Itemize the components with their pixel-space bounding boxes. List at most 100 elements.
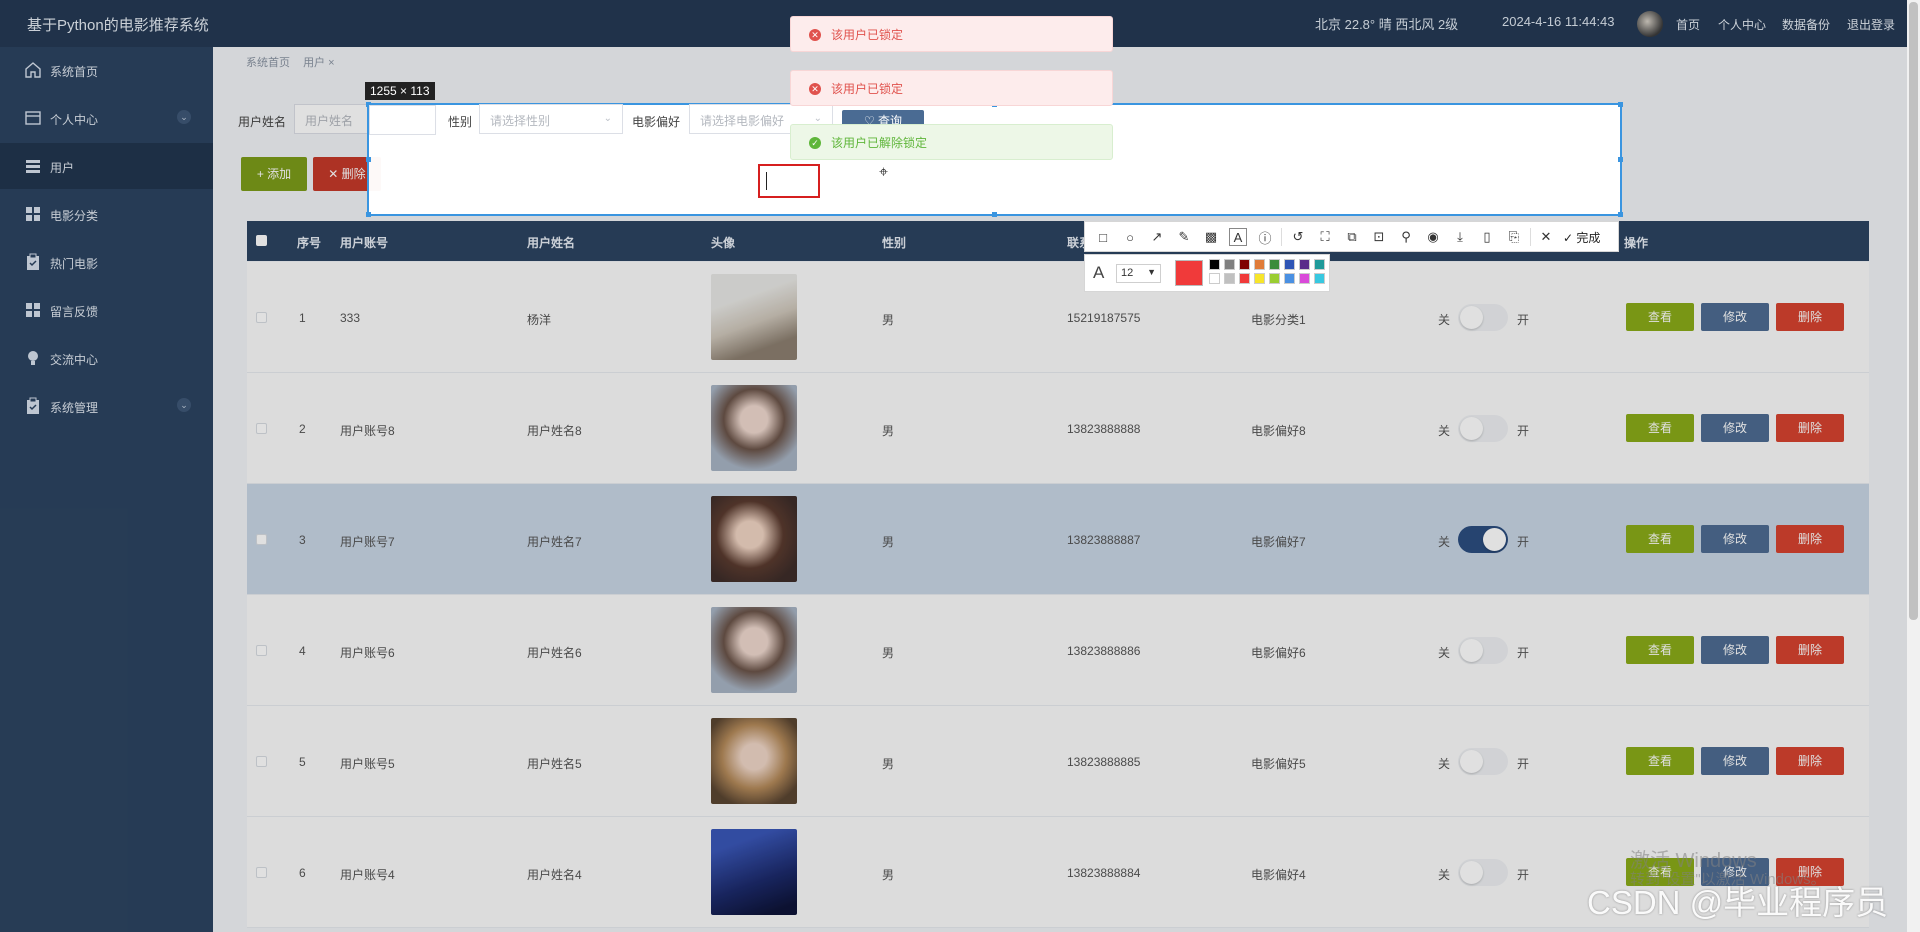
color-swatch[interactable] <box>1224 259 1235 270</box>
chevron-down-icon[interactable]: ⌄ <box>177 110 191 124</box>
view-button[interactable]: 查看 <box>1626 636 1694 664</box>
color-swatch[interactable] <box>1209 259 1220 270</box>
table-row[interactable]: 3 用户账号7 用户姓名7 男 13823888887 电影偏好7 关 开 查看… <box>247 484 1869 595</box>
row-checkbox[interactable] <box>256 312 267 323</box>
edit-button[interactable]: 修改 <box>1701 414 1769 442</box>
table-row[interactable]: 2 用户账号8 用户姓名8 男 13823888888 电影偏好8 关 开 查看… <box>247 373 1869 484</box>
table-row[interactable]: 5 用户账号5 用户姓名5 男 13823888885 电影偏好5 关 开 查看… <box>247 706 1869 817</box>
breadcrumb-home[interactable]: 系统首页 <box>246 57 290 69</box>
nav-profile[interactable]: 个人中心 <box>1718 16 1766 33</box>
color-swatch[interactable] <box>1284 259 1295 270</box>
edit-button[interactable]: 修改 <box>1701 303 1769 331</box>
sidebar-item-users[interactable]: 用户 <box>0 143 213 189</box>
resize-handle[interactable] <box>992 212 997 217</box>
ellipse-tool-icon[interactable]: ○ <box>1121 228 1139 246</box>
breadcrumb-current[interactable]: 用户 × <box>303 57 334 69</box>
number-tool-icon[interactable]: ⓘ <box>1256 228 1274 246</box>
nav-backup[interactable]: 数据备份 <box>1782 16 1830 33</box>
close-icon[interactable]: ✕ <box>1537 228 1555 246</box>
remove-button[interactable]: 删除 <box>1776 747 1844 775</box>
filter-gender-select[interactable]: 请选择性别 ⌄ <box>479 104 623 134</box>
color-swatch[interactable] <box>1269 259 1280 270</box>
avatar-photo[interactable] <box>711 718 797 804</box>
sidebar-item-feedback[interactable]: 留言反馈 <box>0 287 213 333</box>
lock-toggle[interactable] <box>1458 637 1508 664</box>
lock-toggle[interactable] <box>1458 415 1508 442</box>
sidebar-item-profile[interactable]: 个人中心 ⌄ <box>0 95 213 141</box>
resize-handle[interactable] <box>366 157 371 162</box>
color-swatch[interactable] <box>1299 259 1310 270</box>
lock-toggle[interactable] <box>1458 859 1508 886</box>
avatar-photo[interactable] <box>711 496 797 582</box>
view-button[interactable]: 查看 <box>1626 525 1694 553</box>
resize-handle[interactable] <box>1618 212 1623 217</box>
resize-handle[interactable] <box>1618 157 1623 162</box>
sidebar-item-movie-category[interactable]: 电影分类 <box>0 191 213 237</box>
ocr-icon[interactable]: ⛶ <box>1316 228 1334 246</box>
avatar-photo[interactable] <box>711 274 797 360</box>
lock-toggle[interactable] <box>1458 304 1508 331</box>
bookmark-icon[interactable]: ⎘ <box>1505 228 1523 246</box>
undo-icon[interactable]: ↺ <box>1289 228 1307 246</box>
add-button[interactable]: + 添加 <box>241 157 307 191</box>
sidebar-item-system[interactable]: 系统管理 ⌄ <box>0 383 213 429</box>
row-checkbox[interactable] <box>256 867 267 878</box>
user-avatar[interactable] <box>1637 11 1663 37</box>
view-button[interactable]: 查看 <box>1626 747 1694 775</box>
view-button[interactable]: 查看 <box>1626 414 1694 442</box>
color-swatch[interactable] <box>1269 273 1280 284</box>
mosaic-tool-icon[interactable]: ▩ <box>1202 228 1220 246</box>
color-swatch[interactable] <box>1284 273 1295 284</box>
color-swatch[interactable] <box>1239 273 1250 284</box>
sidebar-item-forum[interactable]: 交流中心 <box>0 335 213 381</box>
font-size-select[interactable]: 12 ▼ <box>1116 264 1161 283</box>
avatar-photo[interactable] <box>711 385 797 471</box>
resize-handle[interactable] <box>1618 102 1623 107</box>
remove-button[interactable]: 删除 <box>1776 414 1844 442</box>
color-swatch[interactable] <box>1239 259 1250 270</box>
rectangle-tool-icon[interactable]: □ <box>1094 228 1112 246</box>
text-tool-icon[interactable]: A <box>1229 228 1247 246</box>
row-checkbox[interactable] <box>256 645 267 656</box>
color-swatch[interactable] <box>1314 273 1325 284</box>
color-swatch[interactable] <box>1254 259 1265 270</box>
lock-toggle[interactable] <box>1458 748 1508 775</box>
resize-handle[interactable] <box>366 212 371 217</box>
avatar-photo[interactable] <box>711 607 797 693</box>
row-checkbox[interactable] <box>256 756 267 767</box>
color-swatch[interactable] <box>1224 273 1235 284</box>
remove-button[interactable]: 删除 <box>1776 525 1844 553</box>
avatar-photo[interactable] <box>711 829 797 915</box>
edit-button[interactable]: 修改 <box>1701 747 1769 775</box>
color-swatch[interactable] <box>1314 259 1325 270</box>
translate-icon[interactable]: ⧉ <box>1343 228 1361 246</box>
lock-toggle[interactable] <box>1458 526 1508 553</box>
current-color-swatch[interactable] <box>1175 260 1203 286</box>
scrollbar[interactable] <box>1907 0 1920 932</box>
chevron-down-icon[interactable]: ⌄ <box>177 398 191 412</box>
nav-home[interactable]: 首页 <box>1676 16 1700 33</box>
table-row[interactable]: 1 333 杨洋 男 15219187575 电影分类1 关 开 查看 修改 删… <box>247 262 1869 373</box>
color-swatch[interactable] <box>1299 273 1310 284</box>
color-swatch[interactable] <box>1254 273 1265 284</box>
color-swatch[interactable] <box>1209 273 1220 284</box>
row-checkbox[interactable] <box>256 423 267 434</box>
arrow-tool-icon[interactable]: ↗ <box>1148 228 1166 246</box>
sidebar-item-home[interactable]: 系统首页 <box>0 47 213 93</box>
download-icon[interactable]: ⤓ <box>1451 228 1469 246</box>
done-button[interactable]: ✓ 完成 <box>1563 229 1600 246</box>
remove-button[interactable]: 删除 <box>1776 303 1844 331</box>
sidebar-item-hot-movies[interactable]: 热门电影 <box>0 239 213 285</box>
edit-button[interactable]: 修改 <box>1701 525 1769 553</box>
record-icon[interactable]: ◉ <box>1424 228 1442 246</box>
row-checkbox[interactable] <box>256 534 267 545</box>
table-row[interactable]: 4 用户账号6 用户姓名6 男 13823888886 电影偏好6 关 开 查看… <box>247 595 1869 706</box>
text-annotation-box[interactable] <box>758 164 820 198</box>
select-all-checkbox[interactable] <box>256 235 267 246</box>
capture-name-input[interactable] <box>369 105 436 135</box>
pen-tool-icon[interactable]: ✎ <box>1175 228 1193 246</box>
nav-logout[interactable]: 退出登录 <box>1847 16 1895 33</box>
scrollbar-thumb[interactable] <box>1909 2 1918 620</box>
long-capture-icon[interactable]: ⊡ <box>1370 228 1388 246</box>
pin-icon[interactable]: ⚲ <box>1397 228 1415 246</box>
